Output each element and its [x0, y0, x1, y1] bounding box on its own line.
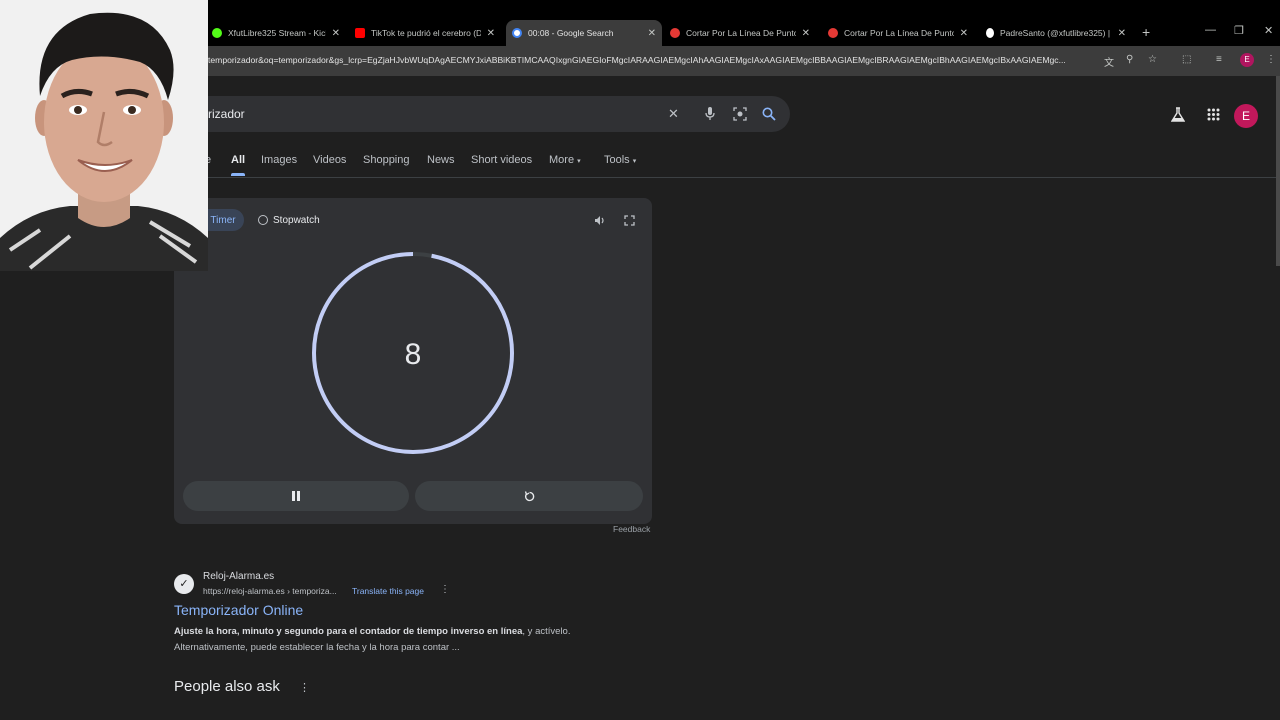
webcam-person-image [0, 0, 208, 271]
result-snippet: Ajuste la hora, minuto y segundo para el… [174, 624, 644, 656]
tab-news[interactable]: News [427, 154, 455, 166]
tab-all[interactable]: All [231, 154, 246, 176]
tab-close-icon[interactable]: ✕ [648, 28, 656, 39]
browser-tab-youtube[interactable]: TikTok te pudrió el cerebro (De ✕ [349, 20, 501, 46]
timer-ring: 8 [312, 252, 514, 454]
stopwatch-label: Stopwatch [273, 214, 320, 226]
people-also-ask-more-icon[interactable]: ⋮ [299, 681, 310, 694]
new-tab-plus-icon[interactable]: + [1142, 24, 1150, 40]
tab-tools[interactable]: Tools ▾ [604, 154, 636, 166]
page-scrollbar[interactable] [1276, 76, 1280, 266]
snippet-highlight: Ajuste la hora, minuto y segundo para el… [174, 626, 523, 637]
tab-videos[interactable]: Videos [313, 154, 346, 166]
tab-title: 00:08 - Google Search [528, 28, 614, 38]
site-favicon-icon [828, 28, 838, 38]
tab-images[interactable]: Images [261, 154, 297, 166]
search-icon[interactable] [762, 107, 776, 121]
caret-down-icon: ▾ [632, 158, 637, 165]
lens-camera-icon[interactable] [733, 107, 747, 121]
translate-icon[interactable]: 文 [1104, 54, 1114, 69]
labs-flask-icon[interactable] [1171, 107, 1185, 123]
translate-page-link[interactable]: Translate this page [352, 586, 424, 596]
minimize-icon[interactable]: — [1205, 24, 1216, 36]
tab-more-label: More [549, 154, 575, 166]
browser-tab-kick[interactable]: XfutLibre325 Stream - Kick Da ✕ [206, 20, 346, 46]
extensions-icon[interactable]: ⬚ [1182, 54, 1191, 65]
close-window-icon[interactable]: ✕ [1264, 24, 1273, 37]
stopwatch-tab[interactable]: Stopwatch [258, 209, 320, 231]
tab-more[interactable]: More ▾ [549, 154, 581, 166]
result-site-url[interactable]: https://reloj-alarma.es › temporiza... [203, 586, 337, 596]
pause-button[interactable] [183, 481, 409, 511]
browser-profile-avatar[interactable]: E [1240, 53, 1254, 67]
tab-short-videos[interactable]: Short videos [471, 154, 532, 166]
tab-tools-label: Tools [604, 154, 630, 166]
timer-widget: Timer Stopwatch 8 [174, 198, 652, 524]
search-input[interactable]: rizador [208, 107, 245, 121]
tab-title: Cortar Por La Línea De Puntos [686, 28, 796, 38]
apps-grid-icon[interactable] [1207, 108, 1220, 121]
reset-button[interactable] [415, 481, 643, 511]
fullscreen-icon[interactable] [624, 215, 635, 226]
tab-close-icon[interactable]: ✕ [332, 28, 340, 39]
restore-icon[interactable]: ❐ [1234, 24, 1244, 37]
browser-tab-cortar-1[interactable]: Cortar Por La Línea De Puntos ✕ [664, 20, 816, 46]
tab-close-icon[interactable]: ✕ [802, 28, 810, 39]
tab-close-icon[interactable]: ✕ [487, 28, 495, 39]
tab-title: PadreSanto (@xfutlibre325) | Ti [1000, 28, 1112, 38]
youtube-favicon-icon [355, 28, 365, 38]
reset-icon [524, 490, 534, 501]
feedback-link[interactable]: Feedback [613, 524, 650, 534]
tab-title: TikTok te pudrió el cerebro (De [371, 28, 481, 38]
sound-icon[interactable] [594, 215, 606, 226]
google-favicon-icon [512, 28, 522, 38]
tab-close-icon[interactable]: ✕ [960, 28, 968, 39]
result-more-options-icon[interactable]: ⋮ [440, 584, 450, 595]
tab-shopping[interactable]: Shopping [363, 154, 410, 166]
tiktok-favicon-icon [986, 28, 994, 38]
result-site-name[interactable]: Reloj-Alarma.es [203, 571, 274, 582]
microphone-icon[interactable] [704, 107, 716, 121]
clear-search-icon[interactable]: ✕ [668, 106, 679, 122]
tab-close-icon[interactable]: ✕ [1118, 28, 1126, 39]
zoom-icon[interactable]: ⚲ [1126, 54, 1133, 65]
webcam-overlay [0, 0, 208, 271]
stopwatch-clock-icon [258, 215, 268, 225]
pause-icon [292, 491, 300, 501]
reading-list-icon[interactable]: ≡ [1216, 54, 1222, 65]
site-favicon-icon [670, 28, 680, 38]
site-favicon-icon: ✓ [174, 574, 194, 594]
bookmark-star-icon[interactable]: ☆ [1148, 54, 1157, 65]
people-also-ask-heading: People also ask [174, 678, 280, 695]
search-box[interactable]: rizador ✕ [180, 96, 790, 132]
result-title-link[interactable]: Temporizador Online [174, 602, 303, 618]
browser-tab-google-active[interactable]: 00:08 - Google Search ✕ [506, 20, 662, 46]
timer-display: 8 [405, 338, 422, 371]
tab-title: Cortar Por La Línea De Puntos [844, 28, 954, 38]
address-bar[interactable]: temporizador&oq=temporizador&gs_lcrp=EgZ… [208, 55, 1098, 65]
browser-menu-icon[interactable]: ⋮ [1266, 54, 1276, 65]
kick-favicon-icon [212, 28, 222, 38]
browser-tab-tiktok[interactable]: PadreSanto (@xfutlibre325) | Ti ✕ [980, 20, 1132, 46]
browser-tab-cortar-2[interactable]: Cortar Por La Línea De Puntos ✕ [822, 20, 974, 46]
google-account-avatar[interactable]: E [1234, 104, 1258, 128]
caret-down-icon: ▾ [577, 158, 581, 165]
tab-title: XfutLibre325 Stream - Kick Da [228, 28, 326, 38]
